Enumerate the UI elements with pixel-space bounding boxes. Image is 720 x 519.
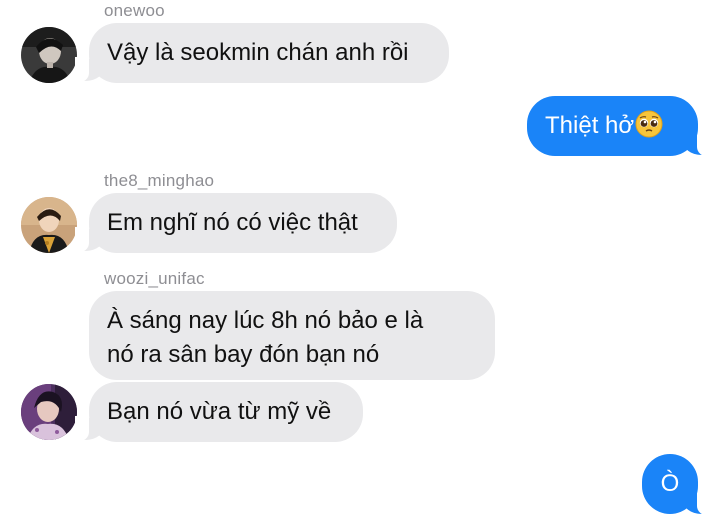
message-text-line-2: nó ra sân bay đón bạn nó xyxy=(107,341,380,368)
message-text: Em nghĩ nó có việc thật xyxy=(107,209,358,236)
message-text: Thiệt hở xyxy=(545,112,635,139)
sender-name-the8-minghao: the8_minghao xyxy=(104,171,215,190)
message-text-line-1: À sáng nay lúc 8h nó bảo e là xyxy=(107,307,424,334)
message-bubble-incoming[interactable]: À sáng nay lúc 8h nó bảo e là nó ra sân … xyxy=(89,291,495,380)
message-bubble-incoming[interactable]: Vậy là seokmin chán anh rồi xyxy=(89,23,449,83)
bubble-tail-mask xyxy=(697,131,711,157)
message-text: Bạn nó vừa từ mỹ về xyxy=(107,398,332,425)
profile-photo-icon xyxy=(21,197,77,253)
message-bubble-outgoing[interactable]: Ò xyxy=(642,454,698,514)
profile-photo-icon xyxy=(21,27,77,83)
pleading-face-emoji-icon xyxy=(635,110,663,138)
avatar-onewoo[interactable] xyxy=(21,27,77,83)
message-text: Ò xyxy=(660,470,680,497)
message-bubble-outgoing[interactable]: Thiệt hở xyxy=(527,96,698,156)
avatar-woozi-unifac[interactable] xyxy=(21,384,77,440)
message-bubble-incoming[interactable]: Em nghĩ nó có việc thật xyxy=(89,193,397,253)
avatar-the8-minghao[interactable] xyxy=(21,197,77,253)
sender-name-onewoo: onewoo xyxy=(104,1,165,20)
profile-photo-icon xyxy=(21,384,77,440)
bubble-tail-mask xyxy=(697,490,711,516)
sender-name-woozi-unifac: woozi_unifac xyxy=(104,269,205,288)
message-text: Vậy là seokmin chán anh rồi xyxy=(107,39,409,66)
message-bubble-incoming[interactable]: Bạn nó vừa từ mỹ về xyxy=(89,382,363,442)
